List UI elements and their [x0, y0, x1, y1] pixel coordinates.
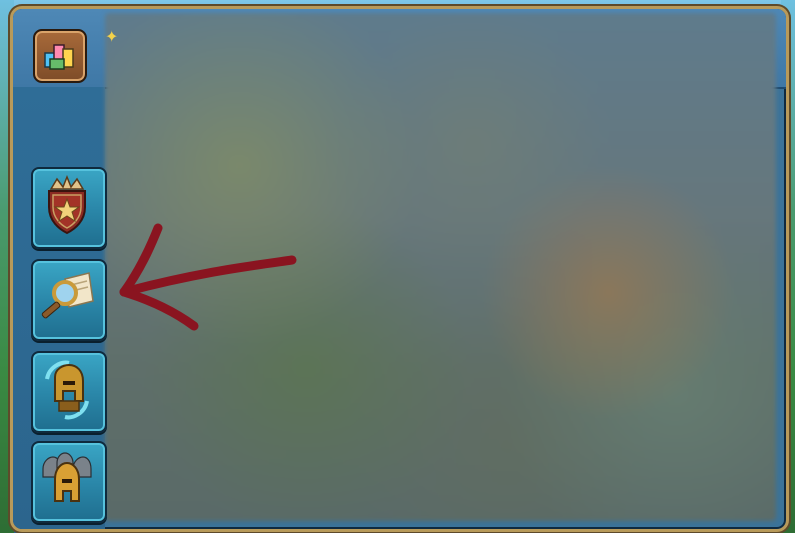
blurred-content-area — [105, 13, 776, 521]
stats-blocks-icon — [44, 44, 74, 70]
alliance-button[interactable] — [31, 167, 107, 249]
troops-helmets-icon — [42, 452, 92, 502]
header-star-glyph: ✦ — [105, 27, 119, 46]
crown-shield-star-icon — [48, 175, 86, 235]
commander-button[interactable] — [31, 351, 107, 433]
helmet-swap-icon — [45, 360, 89, 420]
magnifying-glass-scroll-icon — [41, 272, 94, 319]
troops-button[interactable] — [31, 441, 107, 523]
research-button[interactable] — [31, 259, 107, 341]
main-panel: ✦ — [10, 6, 789, 532]
stats-button[interactable] — [33, 29, 87, 83]
